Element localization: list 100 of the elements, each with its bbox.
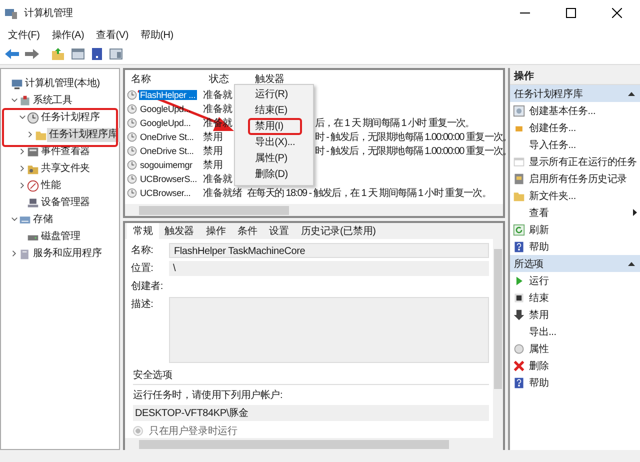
action-item[interactable]: 刷新: [529, 222, 637, 236]
maximize-icon[interactable]: [566, 8, 576, 18]
context-menu-item[interactable]: 属性(P): [235, 151, 313, 167]
action-item[interactable]: 禁用: [529, 308, 637, 322]
context-menu-item[interactable]: 结束(E): [235, 103, 313, 119]
action-item[interactable]: 启用所有任务历史记录: [529, 172, 637, 186]
menu-item[interactable]: 帮助(H): [134, 28, 180, 42]
stop-icon: [513, 292, 525, 304]
task-name[interactable]: UCBrowserS...: [139, 174, 198, 184]
submenu-arrow-icon: [632, 209, 637, 216]
log-icon: [513, 172, 525, 184]
tree-item[interactable]: 存储: [31, 212, 55, 226]
collapse-icon[interactable]: [11, 216, 18, 223]
action-item[interactable]: 导入任务...: [529, 138, 637, 152]
task-name[interactable]: UCBrowser...: [139, 188, 192, 198]
action-item[interactable]: 创建基本任务...: [529, 104, 637, 118]
menu-item[interactable]: 查看(V): [90, 28, 134, 42]
account-prompt: 运行任务时，请使用下列用户帐户:: [133, 388, 284, 402]
tab[interactable]: 触发器: [158, 223, 200, 239]
folder-icon: [35, 128, 47, 140]
column-header[interactable]: 触发器: [255, 74, 284, 85]
action-item[interactable]: 结束: [529, 290, 637, 304]
name-field[interactable]: FlashHelper TaskMachineCore: [169, 243, 489, 258]
task-status: 准备就: [203, 104, 232, 115]
window-icon: [513, 156, 525, 168]
action-item[interactable]: 删除: [529, 358, 637, 372]
action-item[interactable]: 导出...: [529, 324, 637, 338]
task-status: 准备就: [203, 90, 232, 101]
delete-icon: [513, 360, 525, 372]
down-arrow-icon: [513, 308, 525, 320]
action-pane-button[interactable]: [108, 46, 124, 62]
collapse-icon[interactable]: [628, 262, 635, 266]
device-manager-icon: [27, 196, 39, 208]
tab[interactable]: 设置: [263, 223, 295, 239]
column-header[interactable]: 名称: [131, 74, 151, 85]
tree-item[interactable]: 系统工具: [31, 94, 74, 108]
context-menu-item[interactable]: 导出(X)...: [235, 135, 313, 151]
tab[interactable]: 常规: [127, 223, 159, 239]
action-item[interactable]: 帮助: [529, 240, 637, 254]
tree-item[interactable]: 共享文件夹: [39, 162, 92, 176]
back-button[interactable]: [4, 47, 20, 61]
field-label: 创建者:: [131, 280, 164, 294]
menu-item[interactable]: 操作(A): [46, 28, 90, 42]
tree-item[interactable]: 任务计划程序: [39, 110, 102, 124]
task-status: 禁用: [203, 146, 223, 157]
console-tree-button[interactable]: [70, 46, 86, 62]
context-menu-item[interactable]: 运行(R): [235, 87, 313, 103]
action-item[interactable]: 属性: [529, 342, 637, 356]
expand-icon[interactable]: [19, 165, 26, 172]
highlight-frame: [248, 118, 302, 135]
task-trigger: 在每天的 18:09 - 触发后，在 1 天 期间每隔 1 小时 重复一次。: [247, 188, 492, 199]
action-item[interactable]: 帮助: [529, 376, 637, 390]
tree-item[interactable]: 计算机管理(本地): [23, 76, 102, 90]
tree-item[interactable]: 磁盘管理: [39, 230, 82, 244]
wizard-icon: [513, 104, 525, 116]
expand-icon[interactable]: [11, 250, 18, 257]
close-icon[interactable]: [612, 8, 622, 18]
shared-folder-icon: [27, 162, 39, 174]
tab[interactable]: 条件: [232, 223, 264, 239]
action-item[interactable]: 查看: [529, 206, 629, 220]
action-item[interactable]: 运行: [529, 274, 637, 288]
collapse-icon[interactable]: [628, 92, 635, 96]
context-menu-item[interactable]: 禁用(I): [235, 119, 313, 135]
description-field[interactable]: [169, 297, 489, 363]
action-item[interactable]: 新文件夹...: [529, 188, 637, 202]
task-name[interactable]: OneDrive St...: [139, 132, 195, 142]
section-header[interactable]: 所选项: [514, 256, 544, 270]
tree-item[interactable]: 设备管理器: [39, 196, 92, 210]
task-name[interactable]: sogouimemgr: [139, 160, 194, 170]
horizontal-scrollbar[interactable]: [125, 204, 503, 216]
up-folder-button[interactable]: [50, 46, 66, 62]
collapse-icon[interactable]: [11, 97, 18, 104]
expand-icon[interactable]: [19, 182, 26, 189]
menu-item[interactable]: 文件(F): [2, 28, 46, 42]
group-title: 安全选项: [133, 368, 489, 385]
action-item[interactable]: 创建任务...: [529, 120, 637, 134]
task-status: 禁用: [203, 132, 223, 143]
app-icon: [4, 6, 18, 20]
tree-item[interactable]: 服务和应用程序: [31, 246, 104, 260]
task-name[interactable]: GoogleUpd...: [139, 118, 192, 128]
context-menu-item[interactable]: 删除(D): [235, 167, 313, 183]
tab[interactable]: 操作: [200, 223, 232, 239]
column-header[interactable]: 状态: [209, 74, 229, 85]
expand-icon[interactable]: [19, 148, 26, 155]
task-status: 准备就: [203, 174, 232, 185]
field-label: 描述:: [131, 298, 154, 312]
folder-icon: [513, 190, 525, 202]
action-item[interactable]: 显示所有正在运行的任务: [529, 154, 637, 168]
tree-item[interactable]: 性能: [39, 178, 63, 192]
task-name[interactable]: FlashHelper ...: [139, 90, 197, 100]
forward-button[interactable]: [24, 47, 40, 61]
pane-title: 操作: [514, 70, 534, 83]
expand-icon[interactable]: [27, 131, 34, 138]
collapse-icon[interactable]: [19, 114, 26, 121]
task-name[interactable]: OneDrive St...: [139, 146, 195, 156]
services-icon: [19, 248, 31, 260]
task-status: 禁用: [203, 160, 223, 171]
tab[interactable]: 历史记录(已禁用): [294, 223, 382, 239]
help-icon: [513, 376, 525, 388]
horizontal-scrollbar[interactable]: [125, 438, 503, 450]
